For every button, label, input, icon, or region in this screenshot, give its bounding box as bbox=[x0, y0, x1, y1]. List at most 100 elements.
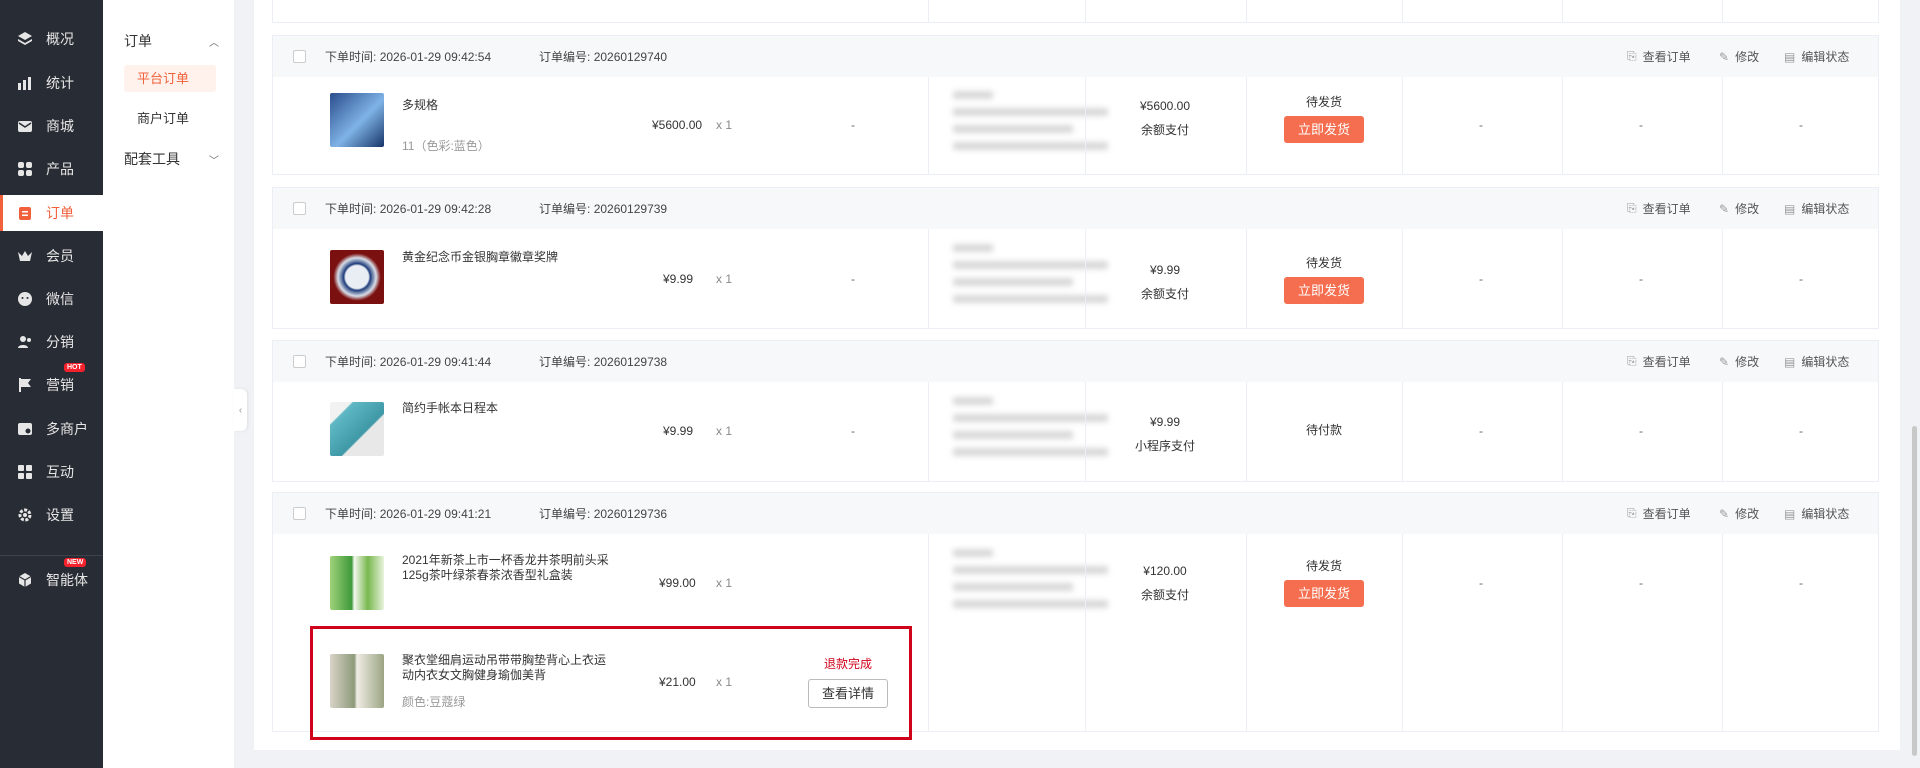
order-checkbox[interactable] bbox=[293, 507, 306, 520]
submenu-group-label: 订单 bbox=[124, 33, 152, 49]
nav-label: 会员 bbox=[46, 248, 74, 264]
order-header: 下单时间: 2026-01-29 09:41:44 订单编号: 20260129… bbox=[273, 341, 1878, 382]
refund-status: - bbox=[851, 118, 855, 132]
product-name: 多规格 bbox=[402, 98, 439, 112]
order-total: ¥5600.00 余额支付 bbox=[1139, 99, 1191, 137]
order-time: 下单时间: 2026-01-29 09:42:28 bbox=[325, 202, 492, 216]
order-card: 下单时间: 2026-01-29 09:41:44 订单编号: 20260129… bbox=[272, 340, 1879, 482]
nav-item-mall[interactable]: 商城 bbox=[0, 108, 103, 144]
cell-dash: - bbox=[1639, 118, 1643, 132]
gear-icon bbox=[16, 506, 34, 524]
collapse-handle[interactable]: ‹ bbox=[234, 389, 247, 431]
order-time: 下单时间: 2026-01-29 09:42:54 bbox=[325, 50, 492, 64]
nav-item-product[interactable]: 产品 bbox=[0, 151, 103, 187]
nav-label: 概况 bbox=[46, 31, 74, 47]
cell-dash: - bbox=[1799, 424, 1803, 438]
product-image bbox=[330, 93, 384, 147]
order-checkbox[interactable] bbox=[293, 50, 306, 63]
edit-button[interactable]: ✎ 修改 bbox=[1719, 505, 1759, 522]
order-status: 待付款 bbox=[1305, 423, 1342, 437]
cell-dash: - bbox=[1639, 576, 1643, 590]
nav-label: 订单 bbox=[46, 205, 74, 221]
nav-item-distribution[interactable]: 分销 bbox=[0, 324, 103, 360]
order-header: 下单时间: 2026-01-29 09:42:54 订单编号: 20260129… bbox=[273, 36, 1878, 77]
nav-label: 微信 bbox=[46, 291, 74, 307]
nav-item-agent[interactable]: 智能体 NEW bbox=[0, 558, 103, 598]
product-price: ¥99.00 bbox=[659, 576, 696, 590]
nav-label: 设置 bbox=[46, 507, 74, 523]
chevron-up-icon: ︿ bbox=[209, 37, 219, 49]
nav-divider bbox=[0, 555, 103, 556]
nav-label: 统计 bbox=[46, 75, 74, 91]
edit-status-button[interactable]: ▤ 编辑状态 bbox=[1784, 200, 1849, 217]
edit-status-button[interactable]: ▤ 编辑状态 bbox=[1784, 48, 1849, 65]
edit-button[interactable]: ✎ 修改 bbox=[1719, 48, 1759, 65]
nav-item-settings[interactable]: 设置 bbox=[0, 497, 103, 533]
product-image bbox=[330, 250, 384, 304]
scrollbar[interactable] bbox=[1912, 426, 1917, 756]
nav-item-member[interactable]: 会员 bbox=[0, 238, 103, 274]
grid-icon bbox=[16, 160, 34, 178]
refund-complete-label: 退款完成 bbox=[824, 657, 873, 671]
submenu-group-orders[interactable]: 订单 ︿ bbox=[124, 31, 219, 51]
submenu-group-label: 配套工具 bbox=[124, 151, 180, 167]
status-icon: ▤ bbox=[1784, 49, 1796, 64]
cell-dash: - bbox=[1639, 272, 1643, 286]
nav-item-stats[interactable]: 统计 bbox=[0, 65, 103, 101]
store-icon bbox=[16, 420, 34, 438]
cube-icon bbox=[16, 571, 34, 589]
cell-dash: - bbox=[1799, 118, 1803, 132]
edit-icon: ✎ bbox=[1719, 49, 1730, 64]
submenu-group-tools[interactable]: 配套工具 ﹀ bbox=[124, 149, 219, 169]
view-doc-icon: ⎘ bbox=[1627, 354, 1637, 368]
product-image bbox=[330, 402, 384, 456]
chevron-left-icon: ‹ bbox=[238, 404, 243, 416]
order-number: 订单编号: 20260129740 bbox=[539, 50, 668, 64]
edit-status-button[interactable]: ▤ 编辑状态 bbox=[1784, 505, 1849, 522]
submenu-item-merchant-orders[interactable]: 商户订单 bbox=[124, 105, 216, 132]
chart-icon bbox=[16, 74, 34, 92]
order-checkbox[interactable] bbox=[293, 202, 306, 215]
crown-icon bbox=[16, 247, 34, 265]
flag-icon bbox=[16, 376, 34, 394]
view-order-button[interactable]: ⎘ 查看订单 bbox=[1627, 200, 1691, 217]
chevron-down-icon: ﹀ bbox=[209, 155, 219, 167]
view-details-button[interactable]: 查看详情 bbox=[808, 679, 888, 708]
order-status: 待发货 立即发货 bbox=[1244, 93, 1404, 143]
nav-item-wechat[interactable]: 微信 bbox=[0, 281, 103, 317]
submenu-item-platform-orders[interactable]: 平台订单 bbox=[124, 65, 216, 92]
nav-label: 商城 bbox=[46, 118, 74, 134]
order-number: 订单编号: 20260129739 bbox=[539, 202, 668, 216]
order-time: 下单时间: 2026-01-29 09:41:44 bbox=[325, 355, 492, 369]
ship-now-button[interactable]: 立即发货 bbox=[1284, 116, 1364, 143]
edit-button[interactable]: ✎ 修改 bbox=[1719, 200, 1759, 217]
refund-status: - bbox=[851, 272, 855, 286]
order-header: 下单时间: 2026-01-29 09:42:28 订单编号: 20260129… bbox=[273, 188, 1878, 229]
view-order-button[interactable]: ⎘ 查看订单 bbox=[1627, 505, 1691, 522]
edit-status-button[interactable]: ▤ 编辑状态 bbox=[1784, 353, 1849, 370]
sub-sidebar: 订单 ︿ 平台订单 商户订单 配套工具 ﹀ bbox=[103, 0, 234, 768]
ship-now-button[interactable]: 立即发货 bbox=[1284, 277, 1364, 304]
nav-item-overview[interactable]: 概况 bbox=[0, 21, 103, 57]
product-name: 黄金纪念币金银胸章徽章奖牌 bbox=[402, 250, 559, 264]
order-time: 下单时间: 2026-01-29 09:41:21 bbox=[325, 507, 492, 521]
order-total: ¥9.99 余额支付 bbox=[1140, 263, 1189, 301]
view-order-button[interactable]: ⎘ 查看订单 bbox=[1627, 48, 1691, 65]
cell-dash: - bbox=[1799, 272, 1803, 286]
order-card-prev bbox=[272, 0, 1879, 23]
edit-button[interactable]: ✎ 修改 bbox=[1719, 353, 1759, 370]
refund-status: - bbox=[851, 424, 855, 438]
nav-item-marketing[interactable]: 营销 HOT bbox=[0, 363, 103, 403]
order-checkbox[interactable] bbox=[293, 355, 306, 368]
ship-now-button[interactable]: 立即发货 bbox=[1284, 580, 1364, 607]
nav-label: 互动 bbox=[46, 464, 74, 480]
order-status: 待发货 立即发货 bbox=[1244, 254, 1404, 304]
view-order-button[interactable]: ⎘ 查看订单 bbox=[1627, 353, 1691, 370]
product-price: ¥9.99 bbox=[663, 424, 694, 438]
edit-icon: ✎ bbox=[1719, 506, 1730, 521]
nav-item-orders[interactable]: 订单 bbox=[0, 195, 103, 231]
users-icon bbox=[16, 333, 34, 351]
nav-item-multi-merchant[interactable]: 多商户 bbox=[0, 411, 103, 447]
order-card: 下单时间: 2026-01-29 09:42:54 订单编号: 20260129… bbox=[272, 35, 1879, 175]
nav-item-interaction[interactable]: 互动 bbox=[0, 454, 103, 490]
